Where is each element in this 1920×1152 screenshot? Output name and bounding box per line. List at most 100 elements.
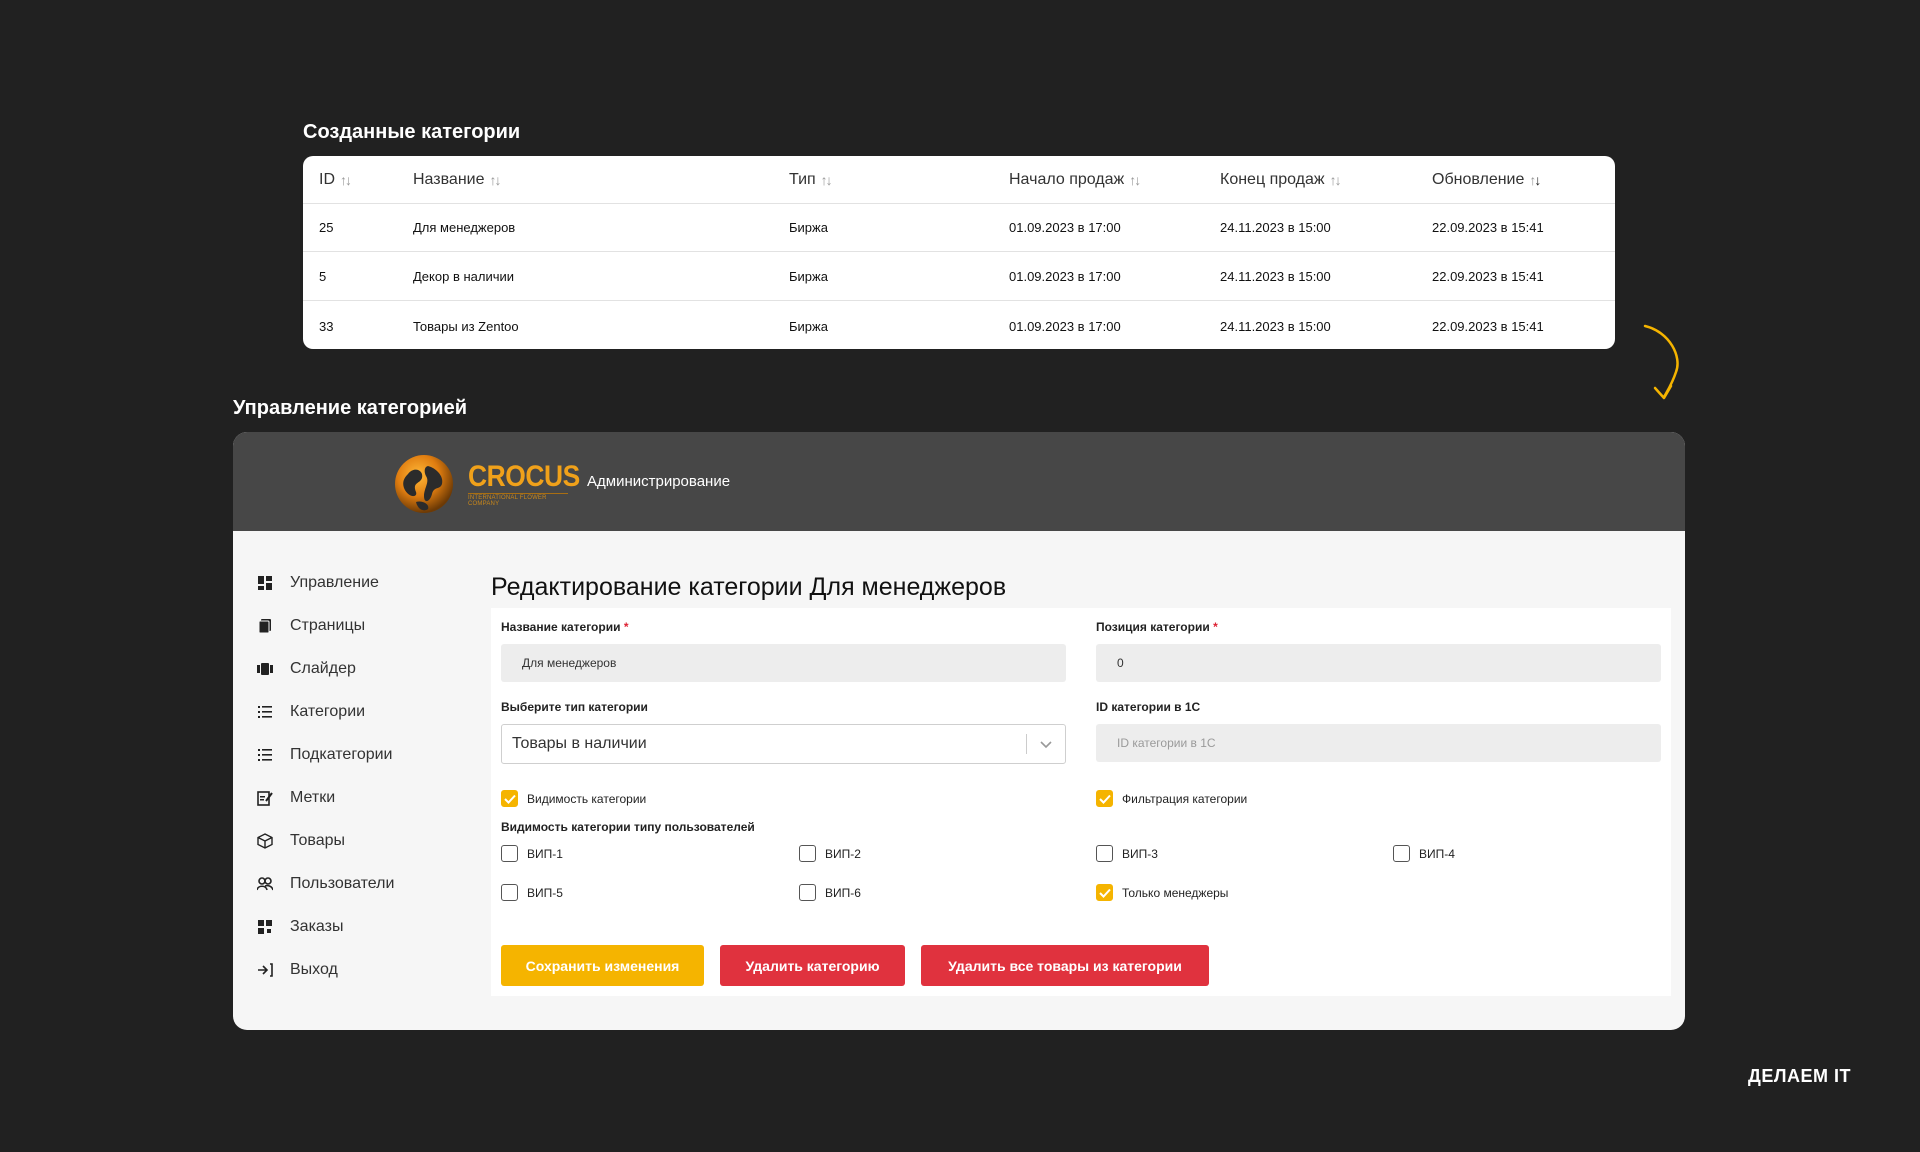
sort-icon[interactable]: ↑↓ <box>340 172 352 188</box>
category-position-input[interactable]: 0 <box>1096 644 1661 682</box>
save-button[interactable]: Сохранить изменения <box>501 945 704 986</box>
col-header-type[interactable]: Тип ↑↓ <box>789 156 833 203</box>
table-cell: 24.11.2023 в 15:00 <box>1220 318 1331 334</box>
checkbox-label: ВИП-1 <box>527 846 563 861</box>
table-cell: Биржа <box>789 220 828 235</box>
page-title: Редактирование категории Для менеджеров <box>491 573 1007 601</box>
col-header-updated[interactable]: Обновление ↑↓ <box>1432 156 1541 203</box>
category-type-label: Выберите тип категории <box>501 700 648 714</box>
brand-logo-subtitle: INTERNATIONAL FLOWER COMPANY <box>468 493 568 507</box>
table-cell: Биржа <box>789 269 828 284</box>
users-icon <box>256 875 274 893</box>
table-cell: Биржа <box>789 318 828 334</box>
table-cell: Декор в наличии <box>413 269 515 284</box>
sidebar-item-products[interactable]: Товары <box>256 829 345 853</box>
category-position-label: Позиция категории * <box>1096 620 1218 634</box>
sidebar-item-label: Категории <box>290 703 366 720</box>
sidebar-item-slider[interactable]: Слайдер <box>256 657 356 681</box>
user-type-checkbox-vip3[interactable]: ВИП-3 <box>1096 845 1158 862</box>
table-cell: 22.09.2023 в 15:41 <box>1432 220 1544 235</box>
logout-icon <box>256 961 274 979</box>
sidebar-item-label: Товары <box>290 832 346 849</box>
orders-icon <box>256 918 274 936</box>
sidebar-item-subcategories[interactable]: Подкатегории <box>256 743 392 767</box>
section-title-created: Созданные категории <box>303 121 521 143</box>
checkbox-box <box>501 884 518 901</box>
checkbox-label: ВИП-4 <box>1419 846 1455 861</box>
category-type-select[interactable]: Товары в наличии <box>501 724 1066 764</box>
table-cell: 22.09.2023 в 15:41 <box>1432 318 1544 334</box>
checkbox-box <box>1096 790 1113 807</box>
col-header-label: Начало продаж <box>1009 170 1125 188</box>
checkbox-label: Видимость категории <box>527 791 647 806</box>
select-divider <box>1026 734 1027 754</box>
table-cell: 01.09.2023 в 17:00 <box>1009 269 1121 284</box>
sort-icon[interactable]: ↑↓ <box>1330 172 1342 188</box>
sidebar-item-label: Выход <box>290 961 338 978</box>
checkbox-box <box>1393 845 1410 862</box>
checkbox-box <box>1096 884 1113 901</box>
checkbox-box <box>799 845 816 862</box>
table-cell: 5 <box>319 269 327 284</box>
user-type-checkbox-managers[interactable]: Только менеджеры <box>1096 884 1228 901</box>
id1c-input[interactable]: ID категории в 1С <box>1096 724 1661 762</box>
sidebar-item-logout[interactable]: Выход <box>256 958 338 982</box>
delete-category-button[interactable]: Удалить категорию <box>720 945 905 986</box>
category-edit-form: Название категории * Для менеджеров Пози… <box>491 608 1671 996</box>
sidebar-item-label: Управление <box>290 574 379 591</box>
table-row[interactable]: 33 Товары из Zentoo Биржа 01.09.2023 в 17:0… <box>303 302 1615 349</box>
brand-logo-text: CROCUS <box>468 460 580 493</box>
checkbox-label: Только менеджеры <box>1122 885 1229 900</box>
user-type-checkbox-vip4[interactable]: ВИП-4 <box>1393 845 1455 862</box>
table-cell: 01.09.2023 в 17:00 <box>1009 318 1121 334</box>
user-type-checkbox-vip2[interactable]: ВИП-2 <box>799 845 861 862</box>
table-row[interactable]: 5 Декор в наличии Биржа 01.09.2023 в 17:00 2… <box>303 253 1615 301</box>
delete-all-products-button[interactable]: Удалить все товары из категории <box>921 945 1209 986</box>
visibility-checkbox[interactable]: Видимость категории <box>501 790 646 807</box>
col-header-label: ID <box>319 170 335 188</box>
sidebar-item-management[interactable]: Управление <box>256 571 379 595</box>
col-header-label: Название <box>413 170 485 188</box>
user-type-visibility-label: Видимость категории типу пользователей <box>501 820 755 834</box>
checkbox-label: Фильтрация категории <box>1122 791 1248 806</box>
table-cell: 01.09.2023 в 17:00 <box>1009 220 1121 235</box>
sidebar-item-orders[interactable]: Заказы <box>256 915 343 939</box>
curved-arrow-icon <box>1643 324 1679 400</box>
col-header-id[interactable]: ID ↑↓ <box>319 156 352 203</box>
pages-icon <box>256 617 274 635</box>
brand-footer-logo: ДЕЛАЕМ IT <box>1748 1066 1851 1086</box>
sort-icon[interactable]: ↑↓ <box>1129 172 1141 188</box>
sort-icon[interactable]: ↑↓ <box>1529 172 1541 188</box>
user-type-checkbox-vip5[interactable]: ВИП-5 <box>501 884 563 901</box>
col-header-name[interactable]: Название ↑↓ <box>413 156 502 203</box>
table-cell: 24.11.2023 в 15:00 <box>1220 220 1331 235</box>
table-row[interactable]: 25 Для менеджеров Биржа 01.09.2023 в 17:00 2… <box>303 204 1615 252</box>
sidebar-item-categories[interactable]: Категории <box>256 700 365 724</box>
box-icon <box>256 832 274 850</box>
col-header-sale-start[interactable]: Начало продаж ↑↓ <box>1009 156 1141 203</box>
chevron-down-icon <box>1040 741 1052 749</box>
category-name-input[interactable]: Для менеджеров <box>501 644 1066 682</box>
admin-header: CROCUS INTERNATIONAL FLOWER COMPANY Адми… <box>233 432 1685 531</box>
admin-title: Администрирование <box>587 473 731 490</box>
col-header-label: Обновление <box>1432 170 1525 188</box>
filter-checkbox[interactable]: Фильтрация категории <box>1096 790 1247 807</box>
user-type-checkbox-vip1[interactable]: ВИП-1 <box>501 845 563 862</box>
checkbox-box <box>1096 845 1113 862</box>
sort-icon[interactable]: ↑↓ <box>490 172 502 188</box>
checkbox-label: ВИП-6 <box>825 885 861 900</box>
sidebar-item-pages[interactable]: Страницы <box>256 614 365 638</box>
slider-icon <box>256 660 274 678</box>
user-type-checkbox-vip6[interactable]: ВИП-6 <box>799 884 861 901</box>
sidebar-item-label: Подкатегории <box>290 746 393 763</box>
table-cell: Для менеджеров <box>413 220 516 235</box>
sidebar-item-users[interactable]: Пользователи <box>256 872 394 896</box>
sidebar-item-label: Страницы <box>290 617 366 634</box>
sidebar-item-label: Пользователи <box>290 875 395 892</box>
checkbox-label: ВИП-2 <box>825 846 861 861</box>
sidebar-item-tags[interactable]: Метки <box>256 786 335 810</box>
table-header-row: ID ↑↓ Название ↑↓ Тип ↑↓ Начало продаж ↑↓ Ко… <box>303 156 1615 204</box>
checkbox-label: ВИП-5 <box>527 885 563 900</box>
col-header-sale-end[interactable]: Конец продаж ↑↓ <box>1220 156 1342 203</box>
sort-icon[interactable]: ↑↓ <box>821 172 833 188</box>
